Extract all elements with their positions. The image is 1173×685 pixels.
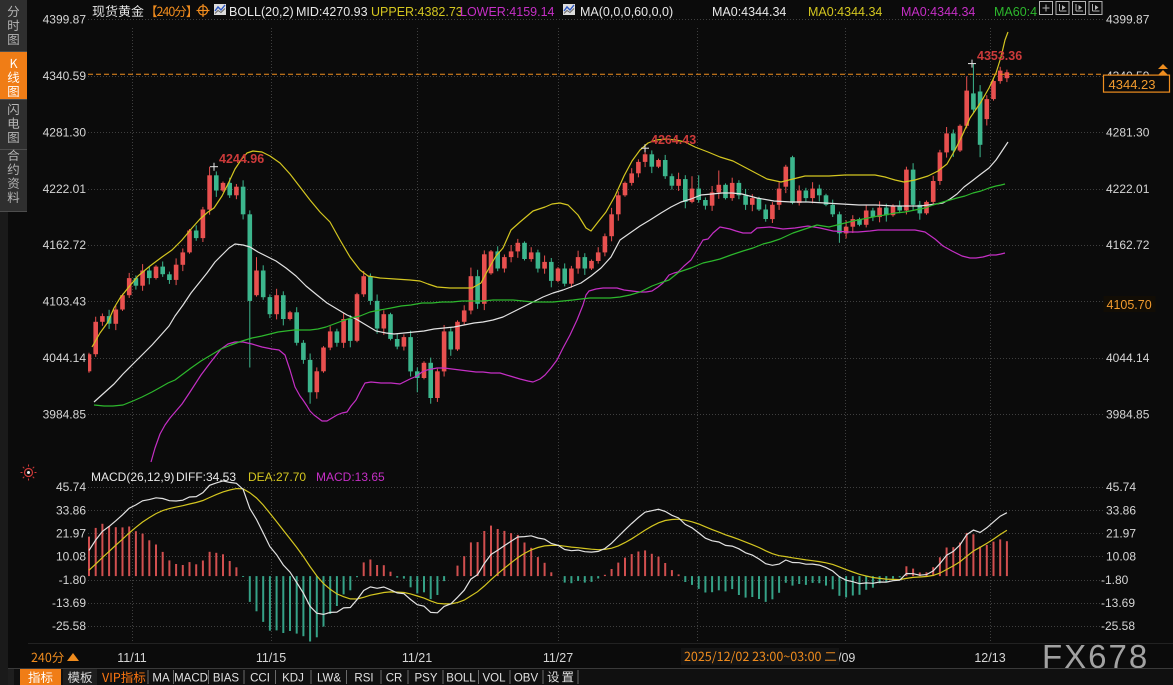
svg-text:MID:4270.93: MID:4270.93 — [296, 5, 368, 19]
svg-text:MA: MA — [152, 673, 170, 685]
svg-text:4264.43: 4264.43 — [651, 133, 696, 147]
svg-text:DEA:27.70: DEA:27.70 — [248, 470, 306, 484]
svg-text:11/27: 11/27 — [543, 651, 573, 665]
svg-text:21.97: 21.97 — [56, 527, 86, 541]
svg-text:-25.58: -25.58 — [1101, 619, 1135, 633]
svg-text:/09: /09 — [838, 651, 855, 665]
svg-text:4281.30: 4281.30 — [43, 125, 87, 139]
svg-text:3984.85: 3984.85 — [1106, 408, 1150, 422]
svg-text:4340.59: 4340.59 — [43, 69, 87, 83]
svg-text:4244.96: 4244.96 — [219, 152, 264, 166]
svg-text:OBV: OBV — [514, 673, 539, 685]
svg-text:10.08: 10.08 — [1106, 550, 1136, 564]
svg-text:4222.01: 4222.01 — [43, 182, 87, 196]
svg-text:RSI: RSI — [354, 673, 373, 685]
svg-text:12/13: 12/13 — [974, 651, 1005, 665]
svg-text:LOWER:4159.14: LOWER:4159.14 — [460, 5, 555, 19]
svg-text:BOLL: BOLL — [446, 673, 476, 685]
svg-text:PSY: PSY — [414, 673, 437, 685]
svg-text:11/15: 11/15 — [256, 651, 286, 665]
svg-text:4222.01: 4222.01 — [1106, 182, 1150, 196]
svg-text:MA0:4344.34: MA0:4344.34 — [712, 5, 786, 19]
svg-text:-13.69: -13.69 — [1101, 596, 1135, 610]
svg-text:MACD(26,12,9): MACD(26,12,9) — [91, 470, 174, 484]
svg-text:MA0:4344.34: MA0:4344.34 — [901, 5, 975, 19]
svg-text:10.08: 10.08 — [56, 550, 86, 564]
svg-text:-25.58: -25.58 — [52, 619, 86, 633]
svg-text:BOLL(20,2): BOLL(20,2) — [229, 5, 294, 19]
svg-text:MACD: MACD — [174, 673, 208, 685]
svg-text:45.74: 45.74 — [56, 480, 86, 494]
svg-text:-13.69: -13.69 — [52, 596, 86, 610]
svg-text:3984.85: 3984.85 — [43, 408, 87, 422]
svg-text:11/21: 11/21 — [402, 651, 432, 665]
svg-text:LW&: LW& — [317, 673, 341, 685]
svg-text:MACD:13.65: MACD:13.65 — [316, 470, 385, 484]
svg-text:VOL: VOL — [482, 673, 506, 685]
svg-text:-1.80: -1.80 — [1101, 573, 1129, 587]
svg-text:4399.87: 4399.87 — [43, 13, 87, 27]
svg-text:4044.14: 4044.14 — [1106, 351, 1150, 365]
svg-text:CR: CR — [386, 673, 403, 685]
svg-text:33.86: 33.86 — [56, 503, 86, 517]
svg-text:4162.72: 4162.72 — [1106, 238, 1150, 252]
svg-text:MA(0,0,0,60,0,0): MA(0,0,0,60,0,0) — [580, 5, 673, 19]
svg-text:UPPER:4382.73: UPPER:4382.73 — [371, 5, 463, 19]
svg-text:45.74: 45.74 — [1106, 480, 1136, 494]
svg-text:4044.14: 4044.14 — [43, 351, 87, 365]
svg-text:4162.72: 4162.72 — [43, 238, 87, 252]
svg-text:4353.36: 4353.36 — [977, 49, 1022, 63]
svg-text:33.86: 33.86 — [1106, 503, 1136, 517]
svg-text:4399.87: 4399.87 — [1106, 13, 1150, 27]
svg-text:KDJ: KDJ — [282, 673, 304, 685]
svg-text:DIFF:34.53: DIFF:34.53 — [176, 470, 236, 484]
svg-text:11/11: 11/11 — [117, 651, 146, 665]
svg-text:4344.23: 4344.23 — [1109, 77, 1156, 92]
svg-text:4105.70: 4105.70 — [1107, 298, 1152, 312]
svg-text:CCI: CCI — [250, 673, 270, 685]
svg-text:MA0:4344.34: MA0:4344.34 — [808, 5, 882, 19]
svg-text:4281.30: 4281.30 — [1106, 125, 1150, 139]
svg-text:4103.43: 4103.43 — [43, 295, 87, 309]
svg-text:21.97: 21.97 — [1106, 527, 1136, 541]
svg-text:BIAS: BIAS — [213, 673, 240, 685]
svg-text:-1.80: -1.80 — [59, 573, 87, 587]
svg-text:MA60:4: MA60:4 — [994, 5, 1037, 19]
